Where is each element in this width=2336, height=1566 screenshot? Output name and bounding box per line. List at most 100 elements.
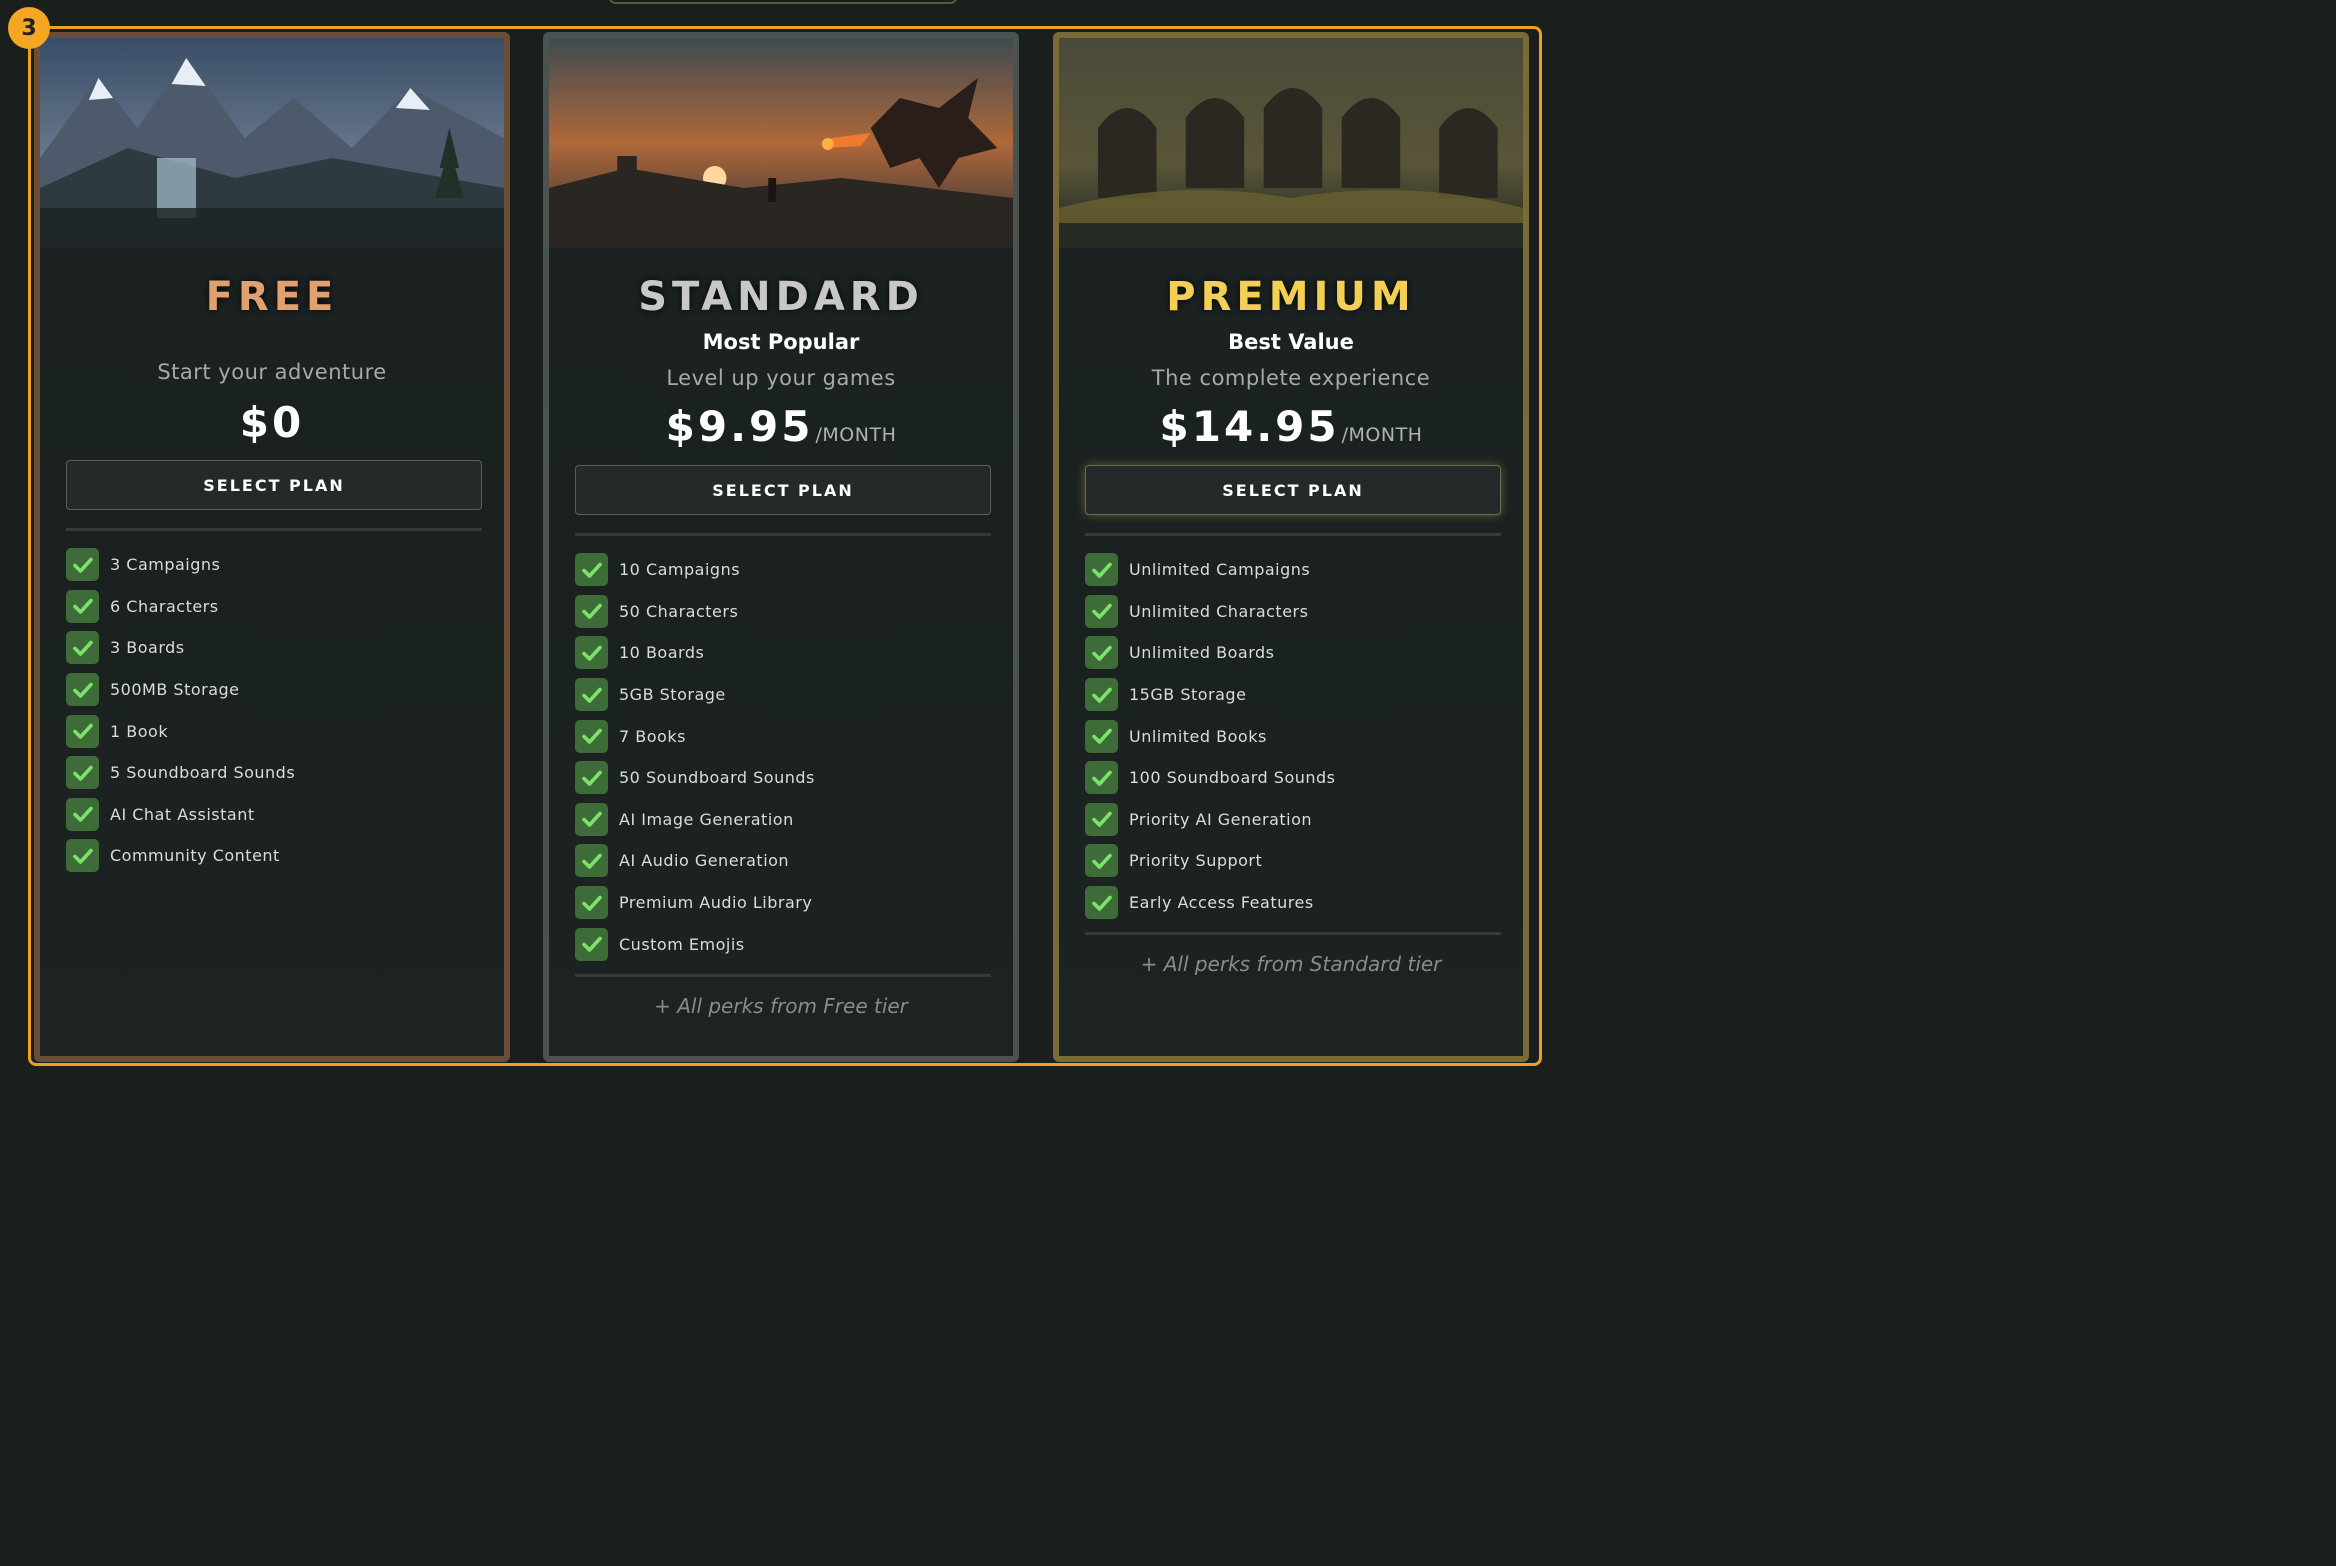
feature-label: 1 Book bbox=[110, 721, 169, 741]
price-row: $0 bbox=[40, 398, 504, 447]
feature-item: AI Chat Assistant bbox=[66, 794, 295, 836]
banner-image-dungeon bbox=[1059, 38, 1523, 248]
feature-label: 6 Characters bbox=[110, 596, 219, 616]
price-period: /MONTH bbox=[815, 424, 897, 446]
feature-item: 6 Characters bbox=[66, 586, 295, 628]
select-plan-button-standard[interactable]: SELECT PLAN bbox=[575, 465, 991, 515]
banner-image-dragon bbox=[549, 38, 1013, 248]
plan-name: PREMIUM bbox=[1166, 274, 1416, 320]
feature-label: AI Audio Generation bbox=[619, 851, 790, 871]
plan-name: STANDARD bbox=[638, 274, 924, 320]
plan-name: FREE bbox=[205, 274, 339, 320]
feature-label: 3 Campaigns bbox=[110, 555, 221, 575]
plan-price: $0 bbox=[239, 398, 305, 447]
divider bbox=[575, 974, 991, 977]
feature-label: Community Content bbox=[110, 846, 280, 866]
feature-item: 100 Soundboard Sounds bbox=[1085, 757, 1336, 799]
plan-price: $9.95 bbox=[665, 402, 814, 451]
checkmark-icon bbox=[66, 589, 99, 623]
plan-card-premium[interactable]: PREMIUM Best Value The complete experien… bbox=[1053, 32, 1529, 1062]
feature-item: Community Content bbox=[66, 835, 295, 877]
plan-card-standard[interactable]: STANDARD Most Popular Level up your game… bbox=[543, 32, 1019, 1062]
checkmark-icon bbox=[1085, 719, 1118, 753]
checkmark-icon bbox=[66, 839, 99, 873]
checkmark-icon bbox=[575, 553, 608, 587]
checkmark-icon bbox=[575, 636, 608, 670]
checkmark-icon bbox=[575, 844, 608, 878]
plan-price: $14.95 bbox=[1159, 402, 1340, 451]
checkmark-icon bbox=[575, 886, 608, 920]
feature-item: 15GB Storage bbox=[1085, 674, 1336, 716]
checkmark-icon bbox=[575, 802, 608, 836]
feature-label: Early Access Features bbox=[1129, 893, 1314, 913]
divider bbox=[1085, 932, 1501, 935]
feature-label: 50 Soundboard Sounds bbox=[619, 768, 815, 788]
feature-item: Priority AI Generation bbox=[1085, 799, 1336, 841]
checkmark-icon bbox=[1085, 636, 1118, 670]
select-plan-button-free[interactable]: SELECT PLAN bbox=[66, 460, 482, 510]
feature-list: Unlimited Campaigns Unlimited Characters U… bbox=[1085, 549, 1336, 923]
divider bbox=[66, 528, 482, 531]
checkmark-icon bbox=[575, 594, 608, 628]
feature-item: 7 Books bbox=[575, 715, 815, 757]
plan-tagline: Start your adventure bbox=[157, 360, 387, 384]
feature-label: 5GB Storage bbox=[619, 685, 726, 705]
plan-tagline: Level up your games bbox=[666, 366, 896, 390]
plan-card-free[interactable]: FREE Start your adventure $0 SELECT PLAN… bbox=[34, 32, 510, 1062]
feature-item: 50 Characters bbox=[575, 591, 815, 633]
feature-label: Priority AI Generation bbox=[1129, 809, 1313, 829]
feature-item: 1 Book bbox=[66, 710, 295, 752]
feature-label: Premium Audio Library bbox=[619, 893, 813, 913]
price-row: $9.95/MONTH bbox=[549, 402, 1013, 451]
feature-label: Custom Emojis bbox=[619, 934, 745, 954]
checkmark-icon bbox=[575, 927, 608, 961]
feature-label: 100 Soundboard Sounds bbox=[1129, 768, 1336, 788]
select-plan-button-premium[interactable]: SELECT PLAN bbox=[1085, 465, 1501, 515]
feature-item: Priority Support bbox=[1085, 840, 1336, 882]
price-period: /MONTH bbox=[1341, 424, 1423, 446]
feature-list: 3 Campaigns 6 Characters 3 Boards 500MB Sto… bbox=[66, 544, 295, 877]
checkmark-icon bbox=[66, 673, 99, 707]
checkmark-icon bbox=[1085, 844, 1118, 878]
checkmark-icon bbox=[1085, 594, 1118, 628]
feature-item: 50 Soundboard Sounds bbox=[575, 757, 815, 799]
plan-tag: Most Popular bbox=[702, 330, 860, 354]
feature-label: Priority Support bbox=[1129, 851, 1263, 871]
feature-label: Unlimited Campaigns bbox=[1129, 560, 1311, 580]
feature-label: 5 Soundboard Sounds bbox=[110, 763, 296, 783]
feature-label: 15GB Storage bbox=[1129, 685, 1247, 705]
feature-label: 50 Characters bbox=[619, 601, 739, 621]
feature-item: 3 Boards bbox=[66, 627, 295, 669]
checkmark-icon bbox=[66, 548, 99, 582]
checkmark-icon bbox=[66, 631, 99, 665]
feature-label: 3 Boards bbox=[110, 638, 185, 658]
feature-item: Unlimited Characters bbox=[1085, 591, 1336, 633]
feature-label: 500MB Storage bbox=[110, 680, 240, 700]
feature-label: 10 Boards bbox=[619, 643, 705, 663]
feature-item: Early Access Features bbox=[1085, 882, 1336, 924]
plan-tag: Best Value bbox=[1228, 330, 1354, 354]
checkmark-icon bbox=[1085, 678, 1118, 712]
divider bbox=[1085, 533, 1501, 536]
checkmark-icon bbox=[66, 714, 99, 748]
checkmark-icon bbox=[1085, 802, 1118, 836]
feature-item: 5 Soundboard Sounds bbox=[66, 752, 295, 794]
feature-label: 7 Books bbox=[619, 726, 686, 746]
checkmark-icon bbox=[1085, 553, 1118, 587]
feature-item: 3 Campaigns bbox=[66, 544, 295, 586]
checkmark-icon bbox=[575, 719, 608, 753]
price-row: $14.95/MONTH bbox=[1059, 402, 1523, 451]
checkmark-icon bbox=[1085, 761, 1118, 795]
feature-label: Unlimited Characters bbox=[1129, 601, 1309, 621]
feature-list: 10 Campaigns 50 Characters 10 Boards 5GB St… bbox=[575, 549, 815, 965]
feature-item: Premium Audio Library bbox=[575, 882, 815, 924]
feature-label: 10 Campaigns bbox=[619, 560, 741, 580]
checkmark-icon bbox=[66, 756, 99, 790]
feature-label: Unlimited Boards bbox=[1129, 643, 1275, 663]
feature-label: AI Chat Assistant bbox=[110, 804, 255, 824]
feature-item: Unlimited Boards bbox=[1085, 632, 1336, 674]
feature-item: AI Audio Generation bbox=[575, 840, 815, 882]
feature-item: 10 Campaigns bbox=[575, 549, 815, 591]
checkmark-icon bbox=[575, 678, 608, 712]
divider bbox=[575, 533, 991, 536]
